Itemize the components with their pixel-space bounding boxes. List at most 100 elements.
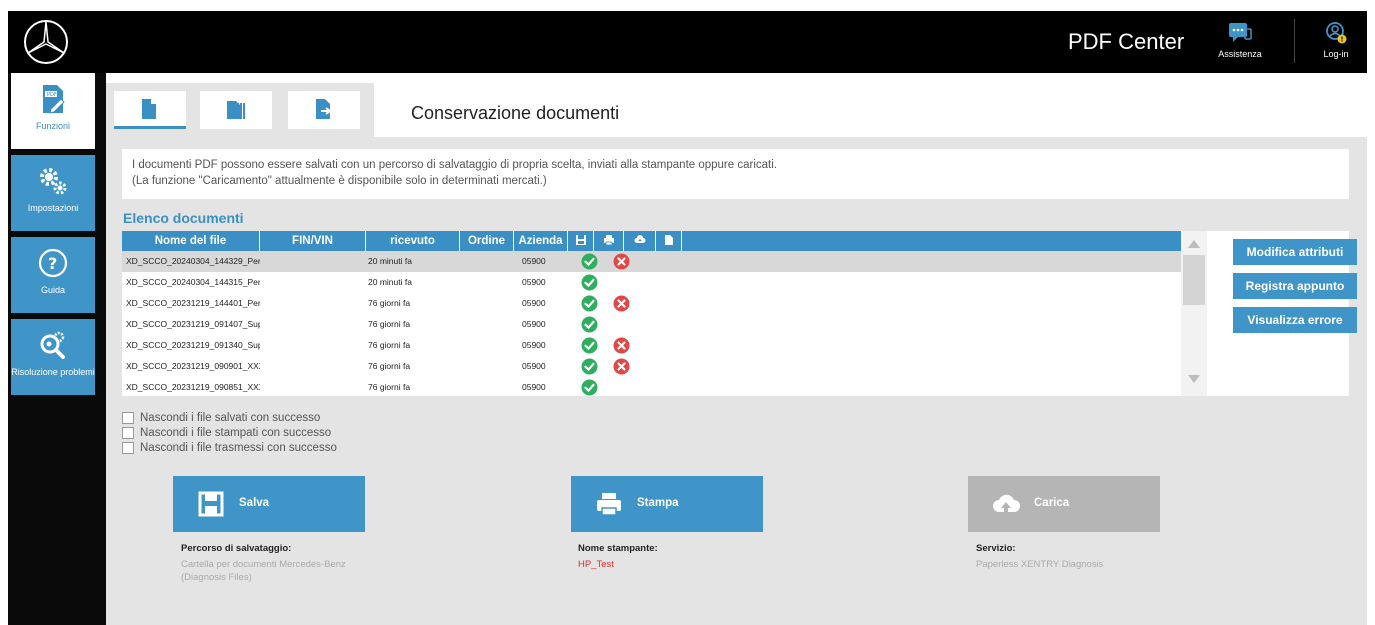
tab-multiple-documents[interactable] <box>200 91 272 129</box>
cell-received: 76 giorni fa <box>368 319 411 329</box>
table-scrollbar[interactable] <box>1181 231 1207 396</box>
check-icon <box>581 337 598 354</box>
info-box: I documenti PDF possono essere salvati c… <box>122 149 1349 199</box>
hide-sent-checkbox[interactable] <box>122 442 134 454</box>
cell-received: 76 giorni fa <box>368 340 411 350</box>
column-header-company[interactable]: Azienda <box>514 231 568 251</box>
cell-filename: XD_SCCO_20231219_090851_XXXXX <box>126 382 260 392</box>
info-line-2: (La funzione "Caricamento" attualmente è… <box>132 175 547 187</box>
assistenza-label: Assistenza <box>1218 49 1262 59</box>
hide-printed-option[interactable]: Nascondi i file stampati con successo <box>122 426 337 441</box>
hide-saved-option[interactable]: Nascondi i file salvati con successo <box>122 411 337 426</box>
check-icon <box>581 295 598 312</box>
error-icon <box>613 295 630 312</box>
error-icon <box>613 358 630 375</box>
documents-table: Nome del file FIN/VIN ricevuto Ordine Az… <box>122 231 1357 396</box>
cell-company: 05900 <box>522 277 546 287</box>
print-button-label: Stampa <box>637 497 679 509</box>
table-row[interactable]: XD_SCCO_20231219_091407_Super: 76 giorni … <box>122 314 1181 335</box>
app-window: PDF Center Assistenza Log-in PDF Funzion… <box>8 11 1367 625</box>
column-header-filename[interactable]: Nome del file <box>122 231 260 251</box>
top-bar: PDF Center Assistenza Log-in <box>8 11 1367 73</box>
scroll-up-arrow-icon[interactable] <box>1187 239 1201 249</box>
printer-label: Nome stampante: <box>578 543 658 554</box>
top-separator <box>1294 19 1295 63</box>
cell-filename: XD_SCCO_20240304_144329_Persor <box>126 256 260 266</box>
scroll-down-arrow-icon[interactable] <box>1187 374 1201 384</box>
cell-received: 76 giorni fa <box>368 298 411 308</box>
table-row[interactable]: XD_SCCO_20231219_090901_XXXXX 76 giorni f… <box>122 356 1181 377</box>
table-row[interactable]: XD_SCCO_20231219_091340_Super: 76 giorni … <box>122 335 1181 356</box>
cell-filename: XD_SCCO_20231219_091407_Super: <box>126 319 260 329</box>
registra-appunto-button[interactable]: Registra appunto <box>1233 273 1357 299</box>
document-list-title: Elenco documenti <box>123 210 244 226</box>
visualizza-errore-button[interactable]: Visualizza errore <box>1233 307 1357 333</box>
save-icon <box>198 491 224 517</box>
active-tab-indicator <box>114 126 186 129</box>
service-info: Servizio: Paperless XENTRY Diagnosis <box>976 543 1103 571</box>
cell-received: 20 minuti fa <box>368 256 412 266</box>
document-icon <box>664 235 673 245</box>
column-header-printed[interactable] <box>594 231 624 251</box>
document-icon <box>142 99 156 119</box>
column-header-received[interactable]: ricevuto <box>366 231 460 251</box>
hide-sent-label: Nascondi i file trasmessi con successo <box>140 442 337 454</box>
print-button[interactable]: Stampa <box>571 476 763 532</box>
table-row[interactable]: XD_SCCO_20240304_144329_Persor 20 minuti … <box>122 251 1181 272</box>
document-export-icon <box>316 99 332 119</box>
sidebar-item-funzioni[interactable]: PDF Funzioni <box>11 73 95 149</box>
check-icon <box>581 253 598 270</box>
page-title: Conservazione documenti <box>411 103 620 123</box>
troubleshoot-icon <box>40 331 65 359</box>
column-header-document[interactable] <box>656 231 682 251</box>
cell-filename: XD_SCCO_20240304_144315_Persor <box>126 277 260 287</box>
tab-export-document[interactable] <box>288 91 360 129</box>
login-label: Log-in <box>1323 49 1349 59</box>
save-button[interactable]: Salva <box>173 476 365 532</box>
cell-received: 20 minuti fa <box>368 277 412 287</box>
cell-filename: XD_SCCO_20231219_090901_XXXXX <box>126 361 260 371</box>
table-row[interactable]: XD_SCCO_20231219_090851_XXXXX 76 giorni f… <box>122 377 1181 396</box>
table-row[interactable]: XD_SCCO_20231219_144401_Persor 76 giorni … <box>122 293 1181 314</box>
assistenza-button[interactable]: Assistenza <box>1210 19 1270 69</box>
save-path-info: Percorso di salvataggio: Cartella per do… <box>181 543 346 584</box>
cell-filename: XD_SCCO_20231219_144401_Persor <box>126 298 260 308</box>
question-icon: ? <box>38 248 68 278</box>
filter-checkboxes: Nascondi i file salvati con successo Nas… <box>122 411 337 456</box>
modifica-attributi-button[interactable]: Modifica attributi <box>1233 239 1357 265</box>
hide-saved-checkbox[interactable] <box>122 412 134 424</box>
table-row[interactable]: XD_SCCO_20240304_144315_Persor 20 minuti … <box>122 272 1181 293</box>
sidebar-item-guida[interactable]: ? Guida <box>11 237 95 313</box>
gears-icon <box>40 168 67 195</box>
cell-company: 05900 <box>522 319 546 329</box>
cell-company: 05900 <box>522 256 546 266</box>
column-header-vin[interactable]: FIN/VIN <box>260 231 366 251</box>
sidebar-item-risoluzione-problemi[interactable]: Risoluzione problemi <box>11 319 95 395</box>
sidebar-item-label: Impostazioni <box>27 203 79 213</box>
scroll-thumb[interactable] <box>1183 255 1205 305</box>
column-header-order[interactable]: Ordine <box>460 231 514 251</box>
save-button-label: Salva <box>239 497 270 509</box>
main-content: Conservazione documenti I documenti PDF … <box>106 73 1367 625</box>
upload-button: Carica <box>968 476 1160 532</box>
login-button[interactable]: Log-in <box>1306 19 1366 69</box>
sidebar-item-impostazioni[interactable]: Impostazioni <box>11 155 95 231</box>
tab-document[interactable] <box>114 91 186 129</box>
cloud-upload-icon <box>993 494 1020 512</box>
cell-company: 05900 <box>522 340 546 350</box>
save-path-value-1: Cartella per documenti Mercedes-Benz <box>181 559 346 570</box>
column-header-spacer <box>682 231 1181 251</box>
cell-company: 05900 <box>522 298 546 308</box>
column-header-uploaded[interactable] <box>624 231 656 251</box>
info-line-1: I documenti PDF possono essere salvati c… <box>132 159 777 171</box>
hide-sent-option[interactable]: Nascondi i file trasmessi con successo <box>122 441 337 456</box>
hide-printed-checkbox[interactable] <box>122 427 134 439</box>
cell-received: 76 giorni fa <box>368 361 411 371</box>
save-path-label: Percorso di salvataggio: <box>181 543 292 554</box>
check-icon <box>581 358 598 375</box>
user-warning-icon <box>1326 22 1347 44</box>
sidebar-item-label: Guida <box>40 285 66 295</box>
column-header-saved[interactable] <box>568 231 594 251</box>
check-icon <box>581 316 598 333</box>
table-header: Nome del file FIN/VIN ricevuto Ordine Az… <box>122 231 1181 251</box>
